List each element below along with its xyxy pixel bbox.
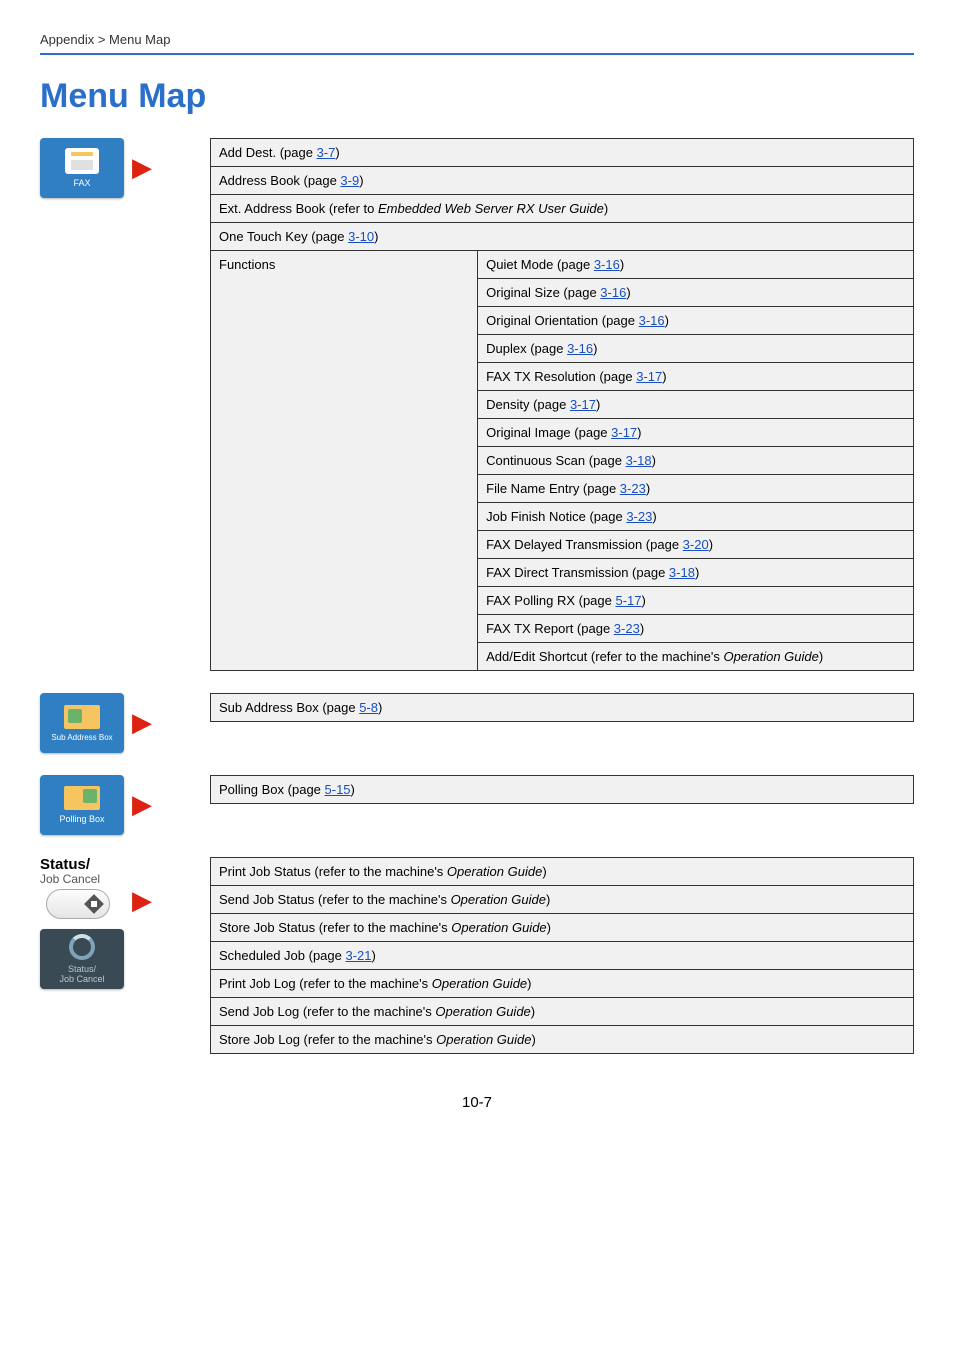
status-screen-icon: Status/ Job Cancel (40, 929, 124, 989)
fax-tile-icon: FAX (40, 138, 124, 198)
page-link[interactable]: 3-16 (639, 313, 665, 328)
page-link[interactable]: 3-18 (626, 453, 652, 468)
table-row: FAX Delayed Transmission (page 3-20) (478, 531, 914, 559)
sub-address-tile-label: Sub Address Box (51, 733, 112, 742)
page-link[interactable]: 3-18 (669, 565, 695, 580)
page-link[interactable]: 3-23 (626, 509, 652, 524)
page-link[interactable]: 3-10 (348, 229, 374, 244)
status-label: Status/ Job Cancel (40, 857, 124, 885)
fax-menu-table: Add Dest. (page 3-7)Address Book (page 3… (210, 138, 914, 671)
page-link[interactable]: 5-8 (359, 700, 378, 715)
table-row: One Touch Key (page 3-10) (211, 223, 914, 251)
arrow-icon: ▶ (132, 154, 152, 180)
arrow-icon: ▶ (132, 709, 152, 735)
page-link[interactable]: 3-7 (317, 145, 336, 160)
table-row: Job Finish Notice (page 3-23) (478, 503, 914, 531)
table-row: File Name Entry (page 3-23) (478, 475, 914, 503)
page-title: Menu Map (40, 77, 914, 116)
page-link[interactable]: 3-23 (614, 621, 640, 636)
functions-label-cell: Functions (211, 251, 478, 671)
page-link[interactable]: 3-9 (340, 173, 359, 188)
table-row: Ext. Address Book (refer to Embedded Web… (211, 195, 914, 223)
table-row: Original Orientation (page 3-16) (478, 307, 914, 335)
polling-box-icon: Polling Box (40, 775, 124, 835)
table-row: Continuous Scan (page 3-18) (478, 447, 914, 475)
status-table: Print Job Status (refer to the machine's… (210, 857, 914, 1054)
table-row: Store Job Status (refer to the machine's… (211, 914, 914, 942)
table-row: Duplex (page 3-16) (478, 335, 914, 363)
sub-address-section: Sub Address Box ▶ Sub Address Box (page … (40, 693, 914, 753)
page-link[interactable]: 3-17 (611, 425, 637, 440)
polling-box-section: Polling Box ▶ Polling Box (page 5-15) (40, 775, 914, 835)
page-link[interactable]: 3-16 (600, 285, 626, 300)
arrow-icon: ▶ (132, 791, 152, 817)
page-link[interactable]: 3-21 (345, 948, 371, 963)
polling-table: Polling Box (page 5-15) (210, 775, 914, 804)
table-row: Add Dest. (page 3-7) (211, 139, 914, 167)
arrow-icon: ▶ (132, 887, 152, 913)
breadcrumb: Appendix > Menu Map (40, 32, 914, 47)
table-row: FAX Direct Transmission (page 3-18) (478, 559, 914, 587)
sub-address-table: Sub Address Box (page 5-8) (210, 693, 914, 722)
table-row: Quiet Mode (page 3-16) (478, 251, 914, 279)
table-row: Address Book (page 3-9) (211, 167, 914, 195)
header-rule (40, 53, 914, 55)
table-row: Original Image (page 3-17) (478, 419, 914, 447)
table-row: Sub Address Box (page 5-8) (211, 694, 914, 722)
page-link[interactable]: 3-16 (594, 257, 620, 272)
table-row: FAX TX Report (page 3-23) (478, 615, 914, 643)
table-row: FAX TX Resolution (page 3-17) (478, 363, 914, 391)
page-link[interactable]: 5-17 (615, 593, 641, 608)
page-link[interactable]: 3-17 (636, 369, 662, 384)
page-number: 10-7 (40, 1094, 914, 1111)
page-link[interactable]: 3-23 (620, 481, 646, 496)
status-section: Status/ Job Cancel Status/ Job Cancel ▶ … (40, 857, 914, 1054)
polling-tile-label: Polling Box (59, 814, 104, 824)
table-row: Density (page 3-17) (478, 391, 914, 419)
fax-tile-label: FAX (73, 178, 90, 188)
table-row: Polling Box (page 5-15) (211, 776, 914, 804)
table-row: FAX Polling RX (page 5-17) (478, 587, 914, 615)
page-link[interactable]: 5-15 (325, 782, 351, 797)
table-row: Print Job Status (refer to the machine's… (211, 858, 914, 886)
page-link[interactable]: 3-16 (567, 341, 593, 356)
status-button-icon (46, 889, 110, 919)
table-row: Send Job Status (refer to the machine's … (211, 886, 914, 914)
table-row: Original Size (page 3-16) (478, 279, 914, 307)
sub-address-box-icon: Sub Address Box (40, 693, 124, 753)
fax-section: FAX ▶ Add Dest. (page 3-7)Address Book (… (40, 138, 914, 671)
table-row: Scheduled Job (page 3-21) (211, 942, 914, 970)
table-row: Add/Edit Shortcut (refer to the machine'… (478, 643, 914, 671)
page-link[interactable]: 3-20 (683, 537, 709, 552)
table-row: Send Job Log (refer to the machine's Ope… (211, 998, 914, 1026)
table-row: Print Job Log (refer to the machine's Op… (211, 970, 914, 998)
table-row: Store Job Log (refer to the machine's Op… (211, 1026, 914, 1054)
page-link[interactable]: 3-17 (570, 397, 596, 412)
